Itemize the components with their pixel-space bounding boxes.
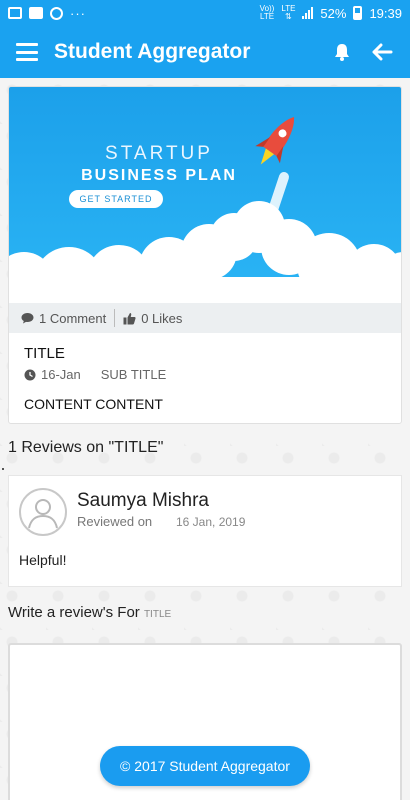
status-right: Vo)) LTE LTE ⇅ 52% 19:39 (260, 5, 402, 21)
banner-cta-button: GET STARTED (69, 190, 163, 208)
user-avatar-icon (28, 499, 58, 529)
post-subtitle-row: 16-Jan SUB TITLE (24, 367, 166, 382)
reviewer-name: Saumya Mishra (77, 490, 209, 511)
comments-link[interactable]: 1 Comment (21, 311, 106, 326)
review-text: Helpful! (19, 552, 67, 568)
signal-icon (302, 7, 314, 19)
post-title: TITLE (24, 345, 65, 362)
app-bar: Student Aggregator (0, 26, 410, 78)
clock-icon (24, 369, 36, 380)
battery-percent: 52% (320, 5, 347, 21)
reviews-heading: 1 Reviews on "TITLE" (8, 439, 164, 456)
post-banner-image: STARTUP BUSINESS PLAN GET STARTED (9, 87, 401, 303)
post-card[interactable]: STARTUP BUSINESS PLAN GET STARTED 1 Comm… (8, 86, 402, 424)
hamburger-icon[interactable] (16, 43, 38, 61)
write-review-post-title: TITLE (143, 609, 172, 620)
thumbs-up-icon (123, 312, 136, 324)
comments-count: 1 Comment (39, 310, 107, 326)
avatar (19, 488, 67, 536)
like-button[interactable]: 0 Likes (123, 311, 182, 326)
stray-dot (2, 468, 4, 470)
write-review-text: Write a review's For (8, 604, 140, 621)
app-title: Student Aggregator (54, 40, 251, 63)
banner-line2: BUSINESS PLAN (81, 167, 237, 184)
telegram-notification-icon (50, 6, 63, 20)
status-bar: ··· Vo)) LTE LTE ⇅ 52% 19:39 (0, 0, 410, 26)
review-date: 16 Jan, 2019 (176, 515, 246, 529)
banner-line1: STARTUP (105, 143, 213, 164)
review-card: Saumya Mishra Reviewed on 16 Jan, 2019 H… (8, 475, 402, 587)
reviewed-on-label: Reviewed on (77, 514, 153, 529)
post-content: CONTENT CONTENT (24, 396, 163, 412)
likes-count: 0 Likes (141, 310, 183, 326)
volte-indicator: Vo)) LTE (259, 4, 275, 21)
post-subtitle: SUB TITLE (100, 367, 167, 382)
status-left: ··· (8, 6, 86, 21)
clock: 19:39 (369, 5, 402, 21)
image-notification-icon (8, 7, 22, 19)
write-review-label: Write a review's For TITLE (8, 604, 171, 621)
arrow-left-icon[interactable] (370, 40, 394, 64)
battery-icon (353, 6, 363, 20)
gallery-notification-icon (29, 7, 43, 19)
post-meta-row: 1 Comment 0 Likes (9, 303, 401, 333)
copyright-footer: © 2017 Student Aggregator (100, 746, 310, 786)
lte-indicator: LTE ⇅ (281, 4, 296, 21)
meta-divider (114, 309, 116, 327)
bell-icon[interactable] (330, 40, 354, 64)
banner-illustration (9, 117, 401, 303)
post-date: 16-Jan (41, 367, 81, 382)
more-notifications-indicator: ··· (70, 5, 86, 21)
comment-icon (21, 313, 34, 324)
